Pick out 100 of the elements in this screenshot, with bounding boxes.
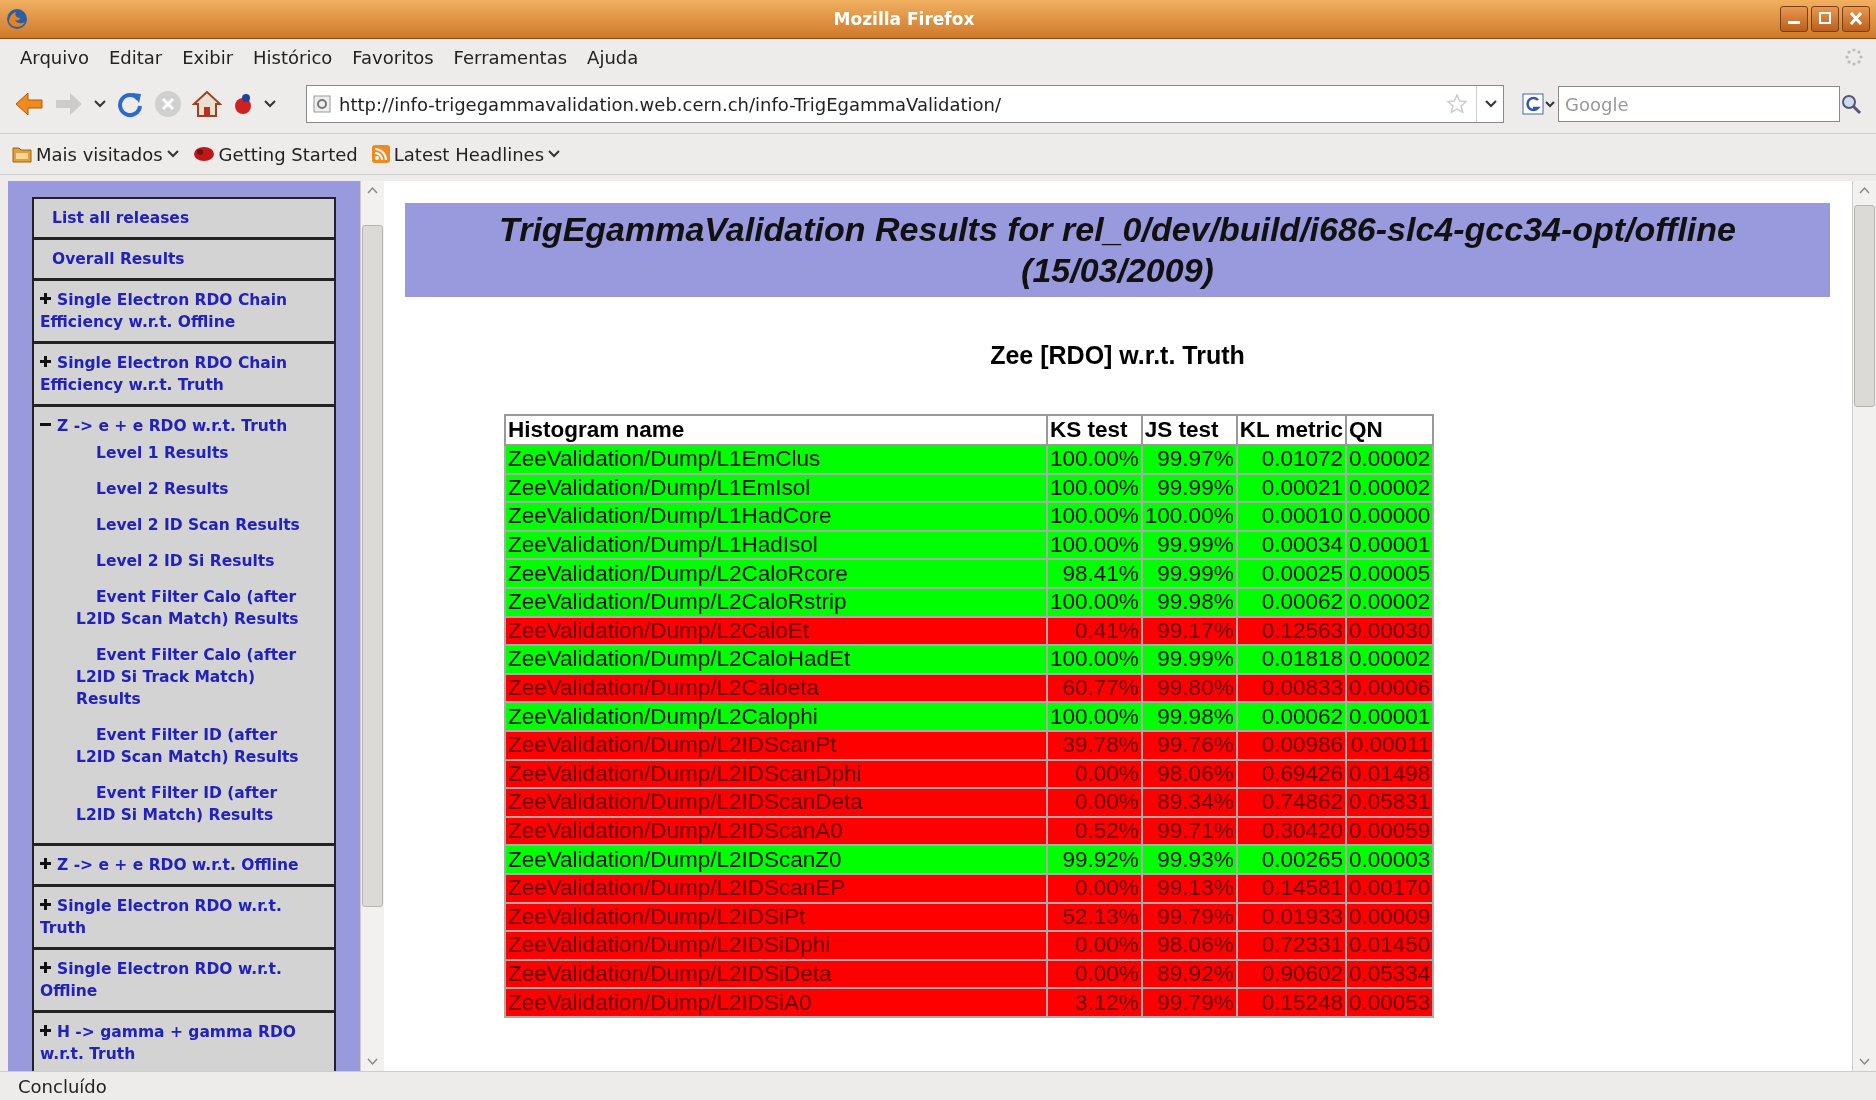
- table-cell: 0.01072: [1236, 445, 1347, 474]
- sidebar-subitem[interactable]: Level 2 ID Si Results: [40, 545, 328, 581]
- table-cell: 100.00%: [1047, 645, 1142, 674]
- window-title: Mozilla Firefox: [832, 9, 976, 29]
- sidebar-subitem[interactable]: Event Filter Calo (after L2ID Si Track Match) Results: [40, 639, 328, 719]
- menu-item[interactable]: Histórico: [245, 42, 341, 72]
- sidebar-subitem[interactable]: Level 2 ID Scan Results: [40, 509, 328, 545]
- table-cell: ZeeValidation/Dump/L1HadCore: [505, 502, 1047, 531]
- scroll-thumb[interactable]: [362, 225, 383, 907]
- status-text: Concluído: [18, 1075, 107, 1097]
- table-cell: 0.01450: [1346, 931, 1434, 960]
- menu-item[interactable]: Ajuda: [579, 42, 647, 72]
- sidebar-subitem[interactable]: Level 2 Results: [40, 473, 328, 509]
- caret-icon[interactable]: [166, 150, 179, 158]
- table-cell: ZeeValidation/Dump/L2IDScanPt: [505, 730, 1047, 760]
- search-icon[interactable]: [1840, 93, 1862, 115]
- table-cell: 100.00%: [1047, 702, 1142, 731]
- sidebar-subitem[interactable]: Level 1 Results: [40, 437, 328, 473]
- app-icon: [6, 8, 28, 30]
- addon-icon[interactable]: [232, 92, 254, 116]
- table-cell: 99.97%: [1141, 445, 1237, 474]
- sidebar-item[interactable]: Single Electron RDO w.r.t. Offline: [40, 958, 328, 1002]
- site-icon: [313, 95, 331, 113]
- sidebar-item[interactable]: List all releases: [52, 209, 190, 227]
- expand-icon[interactable]: [40, 962, 51, 973]
- table-cell: 99.76%: [1141, 730, 1237, 760]
- url-dropdown-icon[interactable]: [1485, 100, 1497, 108]
- table-cell: ZeeValidation/Dump/L2IDSiDphi: [505, 931, 1047, 960]
- scroll-thumb[interactable]: [1854, 205, 1875, 407]
- menu-item[interactable]: Favoritos: [344, 42, 442, 72]
- column-header: KS test: [1047, 415, 1142, 445]
- home-icon[interactable]: [192, 90, 222, 118]
- table-cell: 100.00%: [1141, 502, 1237, 531]
- table-cell: 0.05831: [1346, 788, 1434, 817]
- sidebar-item[interactable]: H -> gamma + gamma RDO w.r.t. Truth: [40, 1021, 328, 1065]
- expand-icon[interactable]: [40, 899, 51, 910]
- menu-item[interactable]: Editar: [100, 42, 171, 72]
- table-cell: 0.00025: [1236, 559, 1347, 588]
- sidebar-item[interactable]: Single Electron RDO Chain Efficiency w.r.t. Truth: [40, 352, 328, 396]
- table-cell: 89.34%: [1141, 788, 1237, 817]
- table-cell: ZeeValidation/Dump/L1EmClus: [505, 445, 1047, 474]
- maximize-button[interactable]: [1811, 6, 1839, 32]
- sidebar-item[interactable]: Z -> e + e RDO w.r.t. Truth: [40, 415, 328, 437]
- bookmark-item[interactable]: Latest Headlines: [371, 143, 561, 165]
- column-header: QN: [1346, 415, 1434, 445]
- table-cell: ZeeValidation/Dump/L2CaloRcore: [505, 559, 1047, 588]
- table-cell: 0.00002: [1346, 587, 1434, 617]
- table-cell: ZeeValidation/Dump/L2Calophi: [505, 702, 1047, 731]
- bookmark-item[interactable]: Mais visitados: [12, 143, 179, 165]
- scrollbar[interactable]: [360, 181, 384, 1071]
- minimize-button[interactable]: [1780, 6, 1808, 32]
- table-cell: 0.00265: [1236, 845, 1347, 874]
- toolbar-caret-icon[interactable]: [264, 100, 276, 108]
- back-icon[interactable]: [14, 91, 44, 117]
- expand-icon[interactable]: [40, 858, 51, 869]
- table-cell: 0.00002: [1346, 645, 1434, 674]
- column-header: KL metric: [1236, 415, 1347, 445]
- page-title: TrigEgammaValidation Results for rel_0/dev/build/i686-slc4-gcc34-opt/offline (15/03/2009): [405, 203, 1830, 297]
- close-button[interactable]: [1842, 6, 1870, 32]
- table-cell: 0.00005: [1346, 559, 1434, 588]
- sidebar-item[interactable]: Overall Results: [52, 250, 185, 268]
- caret-icon[interactable]: [548, 150, 561, 158]
- history-caret-icon[interactable]: [94, 100, 106, 108]
- expand-icon[interactable]: [40, 356, 51, 367]
- bookmark-item[interactable]: Getting Started: [192, 143, 358, 165]
- sidebar-subitem[interactable]: Event Filter ID (after L2ID Scan Match) Results: [40, 719, 328, 777]
- section-heading: Zee [RDO] w.r.t. Truth: [989, 341, 1246, 370]
- table-cell: ZeeValidation/Dump/L2IDScanDeta: [505, 788, 1047, 817]
- expand-icon[interactable]: [40, 293, 51, 304]
- search-engine-icon[interactable]: [1522, 93, 1558, 115]
- expand-icon[interactable]: [40, 1025, 51, 1036]
- table-cell: 0.00062: [1236, 587, 1347, 617]
- table-cell: 0.74862: [1236, 788, 1347, 817]
- table-cell: 0.00000: [1346, 502, 1434, 531]
- sidebar-subitem[interactable]: Event Filter ID (after L2ID Si Match) Results: [40, 777, 328, 835]
- search-field[interactable]: Google: [1558, 86, 1840, 122]
- sidebar-item[interactable]: Z -> e + e RDO w.r.t. Offline: [40, 854, 328, 876]
- table-cell: ZeeValidation/Dump/L2IDScanEP: [505, 873, 1047, 903]
- column-header: Histogram name: [505, 415, 1047, 445]
- table-cell: 99.92%: [1047, 845, 1142, 874]
- table-cell: 0.00002: [1346, 445, 1434, 474]
- table-cell: 3.12%: [1047, 988, 1142, 1017]
- table-cell: 100.00%: [1047, 502, 1142, 531]
- table-cell: 0.14581: [1236, 873, 1347, 903]
- sidebar-subitem[interactable]: Event Filter Calo (after L2ID Scan Match) Results: [40, 581, 328, 639]
- address-field[interactable]: http://info-trigegammavalidation.web.cern.ch/info-TrigEgammaValidation/: [306, 85, 1504, 123]
- table-cell: ZeeValidation/Dump/L2IDSiA0: [505, 988, 1047, 1017]
- table-cell: 0.00003: [1346, 845, 1434, 874]
- menu-item[interactable]: Ferramentas: [445, 42, 576, 72]
- column-header: JS test: [1141, 415, 1237, 445]
- menu-item[interactable]: Arquivo: [12, 42, 97, 72]
- sidebar-item[interactable]: Single Electron RDO Chain Efficiency w.r.t. Offline: [40, 289, 328, 333]
- star-icon[interactable]: [1446, 93, 1468, 115]
- table-cell: 98.41%: [1047, 559, 1142, 588]
- throbber-icon: [1844, 47, 1864, 67]
- menu-item[interactable]: Exibir: [174, 42, 242, 72]
- table-cell: 0.00986: [1236, 730, 1347, 760]
- sidebar-item[interactable]: Single Electron RDO w.r.t. Truth: [40, 895, 328, 939]
- scrollbar[interactable]: [1852, 181, 1876, 1071]
- reload-icon[interactable]: [116, 90, 144, 118]
